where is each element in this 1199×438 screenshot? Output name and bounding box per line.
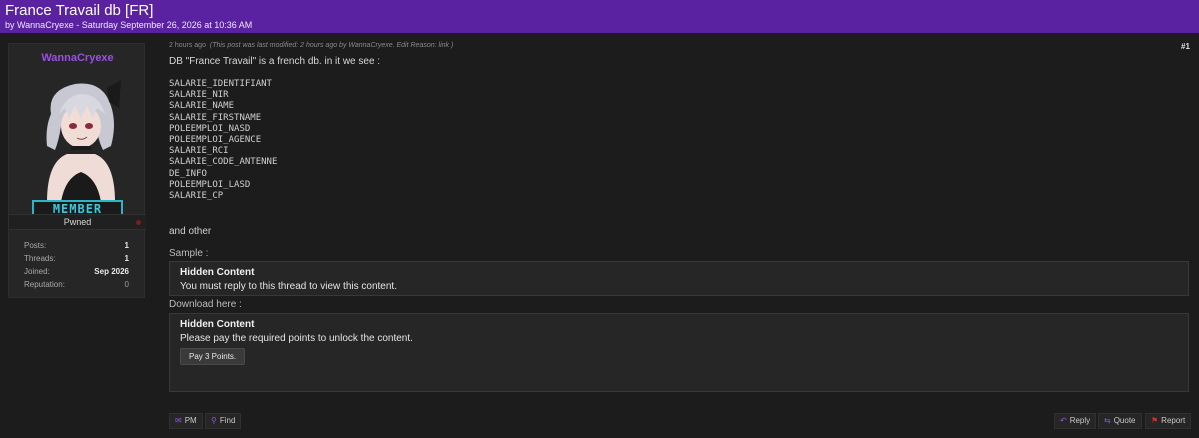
stat-value: 1 (124, 241, 129, 250)
post-number-link[interactable]: #1 (1181, 42, 1190, 51)
reply-button-label: Reply (1069, 416, 1091, 425)
post-intro: DB "France Travail" is a french db. in i… (169, 56, 381, 67)
quote-button[interactable]: ⇆ Quote (1098, 413, 1142, 429)
user-status: Pwned (63, 217, 92, 227)
stat-row-posts: Posts: 1 (24, 239, 129, 252)
field-list: SALARIE_IDENTIFIANT SALARIE_NIR SALARIE_… (169, 79, 277, 202)
hidden-content-download: Hidden Content Please pay the required p… (169, 313, 1189, 392)
sample-label: Sample : (169, 248, 209, 259)
field-item: POLEEMPLOI_LASD (169, 179, 251, 190)
avatar[interactable] (37, 68, 121, 202)
field-item: SALARIE_CP (169, 191, 224, 202)
report-button-label: Report (1161, 416, 1186, 425)
quote-button-label: Quote (1113, 416, 1136, 425)
field-item: SALARIE_NIR (169, 90, 229, 101)
and-other-text: and other (169, 226, 212, 237)
reply-button[interactable]: ↶ Reply (1054, 413, 1097, 429)
avatar-image (46, 80, 121, 202)
field-item: SALARIE_FIRSTNAME (169, 112, 262, 123)
stat-value: 0 (124, 280, 129, 289)
field-item: SALARIE_RCI (169, 146, 229, 157)
download-label: Download here : (169, 299, 242, 310)
search-icon: ⚲ (211, 415, 217, 425)
stat-value: 1 (124, 254, 129, 263)
stat-label: Joined: (24, 267, 50, 276)
author-sidebar: WannaCryexe MEMBER Pwned Posts: 1 Thread… (8, 43, 146, 298)
hidden-content-title: Hidden Content (180, 319, 255, 330)
post-time: 2 hours ago (169, 42, 206, 49)
quote-icon: ⇆ (1104, 415, 1111, 425)
hidden-content-sample: Hidden Content You must reply to this th… (169, 261, 1189, 296)
stat-value: Sep 2026 (94, 267, 129, 276)
flag-icon: ⚑ (1151, 415, 1159, 425)
find-button[interactable]: ⚲ Find (205, 413, 242, 429)
field-item: SALARIE_NAME (169, 101, 235, 112)
status-bar: Pwned (9, 214, 146, 230)
offline-status-icon (136, 220, 141, 225)
envelope-icon: ✉ (175, 415, 182, 425)
stat-label: Posts: (24, 241, 47, 250)
stat-row-joined: Joined: Sep 2026 (24, 265, 129, 278)
field-item: SALARIE_IDENTIFIANT (169, 79, 272, 89)
hidden-content-message: Please pay the required points to unlock… (180, 333, 413, 344)
hidden-content-title: Hidden Content (180, 267, 255, 278)
find-button-label: Find (219, 416, 236, 425)
hidden-content-message: You must reply to this thread to view th… (180, 281, 397, 292)
reply-icon: ↶ (1060, 415, 1067, 425)
pm-button-label: PM (184, 416, 197, 425)
pay-points-button[interactable]: Pay 3 Points. (180, 348, 246, 365)
author-username-link[interactable]: WannaCryexe (9, 52, 146, 64)
stat-label: Threads: (24, 254, 56, 263)
field-item: POLEEMPLOI_AGENCE (169, 135, 262, 146)
thread-title: France Travail db [FR] (5, 2, 154, 19)
stat-row-reputation: Reputation: 0 (24, 278, 129, 291)
report-button[interactable]: ⚑ Report (1145, 413, 1192, 429)
stat-label: Reputation: (24, 280, 65, 289)
pm-button[interactable]: ✉ PM (169, 413, 203, 429)
thread-header: France Travail db [FR] by WannaCryexe - … (0, 0, 1199, 33)
field-item: POLEEMPLOI_NASD (169, 123, 251, 134)
thread-byline: by WannaCryexe - Saturday September 26, … (5, 20, 253, 30)
post-meta: 2 hours ago (This post was last modified… (169, 42, 453, 49)
post-modified-note: (This post was last modified: 2 hours ag… (209, 42, 454, 49)
author-stats: Posts: 1 Threads: 1 Joined: Sep 2026 Rep… (24, 239, 129, 291)
field-item: SALARIE_CODE_ANTENNE (169, 157, 278, 168)
stat-row-threads: Threads: 1 (24, 252, 129, 265)
field-item: DE_INFO (169, 168, 207, 179)
